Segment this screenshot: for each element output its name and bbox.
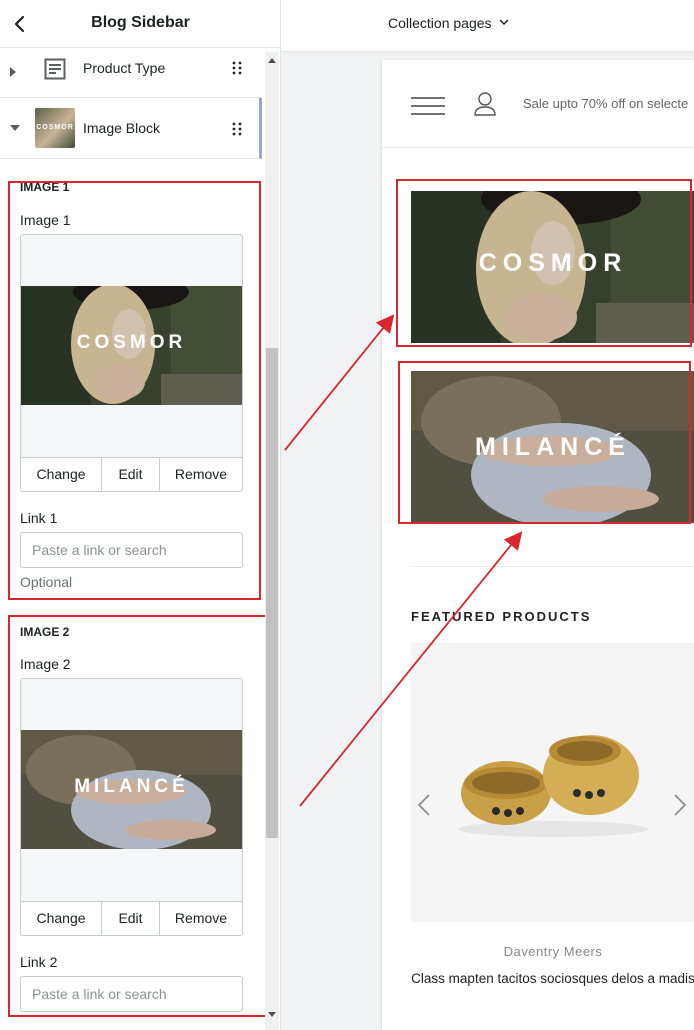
- text-block-icon: [44, 58, 66, 80]
- preview-area: Collection pages Sale upto 70% off on se…: [281, 0, 694, 1030]
- product-image[interactable]: [411, 643, 694, 922]
- announcement-bar: Sale upto 70% off on selecte: [523, 96, 689, 111]
- chevron-left-icon[interactable]: [417, 793, 431, 817]
- block-label: Product Type: [83, 60, 166, 76]
- drag-handle-icon[interactable]: [232, 61, 242, 75]
- drag-handle-icon[interactable]: [232, 122, 242, 136]
- block-row-product-type[interactable]: Product Type: [0, 48, 262, 98]
- block-label: Image Block: [83, 120, 161, 136]
- highlight-box-banner1: [396, 179, 692, 347]
- chevron-down-icon[interactable]: [499, 17, 509, 27]
- header-divider: [382, 147, 694, 148]
- hamburger-menu-icon[interactable]: [411, 97, 445, 115]
- preview-topbar: Collection pages: [281, 0, 694, 52]
- user-account-icon[interactable]: [474, 92, 496, 116]
- thumbnail-text: COSMOR: [36, 124, 74, 131]
- sidebar-title: Blog Sidebar: [91, 14, 190, 31]
- scroll-down-icon[interactable]: [268, 1012, 276, 1017]
- rings-photo: [458, 735, 648, 837]
- highlight-box-banner2: [398, 361, 691, 524]
- product-vendor: Daventry Meers: [503, 944, 603, 959]
- section-divider: [411, 566, 694, 567]
- image-block-thumbnail: COSMOR: [35, 108, 75, 148]
- caret-right-icon[interactable]: [10, 67, 16, 77]
- highlight-box-image2: [8, 615, 269, 1017]
- featured-products-heading: FEATURED PRODUCTS: [411, 609, 592, 624]
- sidebar-header: Blog Sidebar: [0, 0, 280, 48]
- editor-sidebar: Blog Sidebar Product Type Image Block CO…: [0, 0, 281, 1030]
- highlight-box-image1: [8, 181, 261, 600]
- product-title[interactable]: Class mapten tacitos sociosques delos a …: [411, 968, 694, 990]
- caret-down-icon[interactable]: [10, 125, 20, 131]
- template-select[interactable]: Collection pages: [388, 15, 492, 31]
- scrollbar-thumb[interactable]: [266, 348, 278, 838]
- chevron-right-icon[interactable]: [673, 793, 687, 817]
- scroll-up-icon[interactable]: [268, 58, 276, 63]
